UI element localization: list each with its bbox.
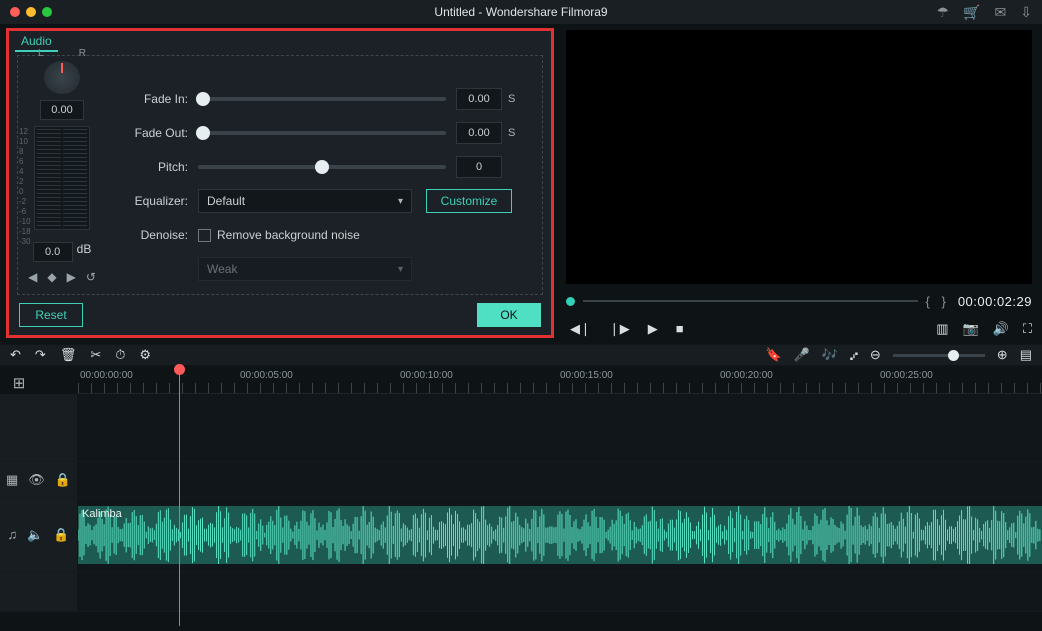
next-keyframe-icon[interactable]: ▶ bbox=[67, 270, 76, 284]
zoom-out-icon[interactable]: ⊖ bbox=[870, 347, 881, 363]
account-icon[interactable]: ☂ bbox=[937, 4, 950, 21]
scrub-bar[interactable] bbox=[583, 300, 918, 302]
equalizer-label: Equalizer: bbox=[124, 194, 198, 208]
video-preview bbox=[566, 30, 1032, 284]
record-vo-icon[interactable]: 🎤 bbox=[794, 347, 810, 363]
lock-icon[interactable]: 🔒 bbox=[53, 527, 69, 543]
fade-out-label: Fade Out: bbox=[124, 126, 198, 140]
fade-out-field[interactable]: 0.00 bbox=[456, 122, 502, 144]
mixer-icon[interactable]: 🎶 bbox=[822, 347, 838, 363]
chevron-down-icon: ▾ bbox=[398, 264, 403, 275]
mail-icon[interactable]: ✉ bbox=[995, 4, 1007, 21]
pitch-field[interactable]: 0 bbox=[456, 156, 502, 178]
zoom-in-icon[interactable]: ⊕ bbox=[997, 347, 1008, 363]
clip-label: Kalimba bbox=[82, 508, 122, 520]
mark-brackets[interactable]: { } bbox=[926, 294, 950, 309]
vu-meter: 121086420-2-6-10-18-30 bbox=[34, 126, 90, 230]
delete-icon[interactable]: 🗑 bbox=[60, 347, 77, 363]
fit-icon[interactable]: ⑇ bbox=[850, 348, 858, 363]
audio-panel: Audio LR 0.00 121086420-2-6-10-18-30 0.0… bbox=[6, 28, 554, 338]
prev-keyframe-icon[interactable]: ◀ bbox=[28, 270, 37, 284]
zoom-slider[interactable] bbox=[893, 354, 985, 357]
denoise-checkbox[interactable] bbox=[198, 229, 211, 242]
denoise-label: Denoise: bbox=[124, 228, 198, 242]
add-keyframe-icon[interactable]: ◆ bbox=[47, 270, 56, 284]
adjust-icon[interactable]: ⚙ bbox=[139, 347, 151, 363]
display-icon[interactable]: ▥ bbox=[936, 321, 948, 337]
volume-icon[interactable]: 🔊 bbox=[993, 321, 1009, 337]
track-manager-icon[interactable]: ▤ bbox=[1020, 347, 1032, 363]
eye-icon[interactable]: 👁 bbox=[28, 472, 45, 488]
fullscreen-icon[interactable]: ⛶ bbox=[1023, 321, 1032, 337]
stop-icon[interactable]: ■ bbox=[676, 321, 684, 337]
scrub-handle[interactable] bbox=[566, 297, 575, 306]
balance-knob[interactable] bbox=[44, 61, 80, 94]
mute-icon[interactable]: 🔈 bbox=[27, 527, 43, 543]
ok-button[interactable]: OK bbox=[477, 303, 541, 327]
undo-icon[interactable]: ↶ bbox=[10, 347, 21, 363]
fade-in-label: Fade In: bbox=[124, 92, 198, 106]
gain-value[interactable]: 0.0 bbox=[33, 242, 73, 262]
timeline-ruler[interactable]: 00:00:00:00 00:00:05:00 00:00:10:00 00:0… bbox=[78, 366, 1042, 394]
window-minimize[interactable] bbox=[26, 7, 36, 17]
fade-out-slider[interactable] bbox=[198, 131, 446, 135]
pitch-label: Pitch: bbox=[124, 160, 198, 174]
download-icon[interactable]: ⇩ bbox=[1020, 4, 1032, 21]
lock-icon[interactable]: 🔒 bbox=[55, 472, 71, 488]
reset-button[interactable]: Reset bbox=[19, 303, 83, 327]
audio-clip[interactable]: Kalimba bbox=[78, 506, 1042, 564]
playhead[interactable] bbox=[179, 366, 180, 626]
split-icon[interactable]: ✂ bbox=[90, 347, 101, 363]
fade-in-slider[interactable] bbox=[198, 97, 446, 101]
balance-value[interactable]: 0.00 bbox=[40, 100, 84, 120]
step-back-icon[interactable]: ◀❘ bbox=[570, 321, 591, 337]
pitch-slider[interactable] bbox=[198, 165, 446, 169]
fade-in-field[interactable]: 0.00 bbox=[456, 88, 502, 110]
chevron-down-icon: ▾ bbox=[398, 196, 403, 207]
cart-icon[interactable]: 🛒 bbox=[963, 4, 980, 21]
marker-icon[interactable]: 🔖 bbox=[766, 347, 782, 363]
timecode: 00:00:02:29 bbox=[958, 294, 1032, 309]
redo-icon[interactable]: ↷ bbox=[35, 347, 46, 363]
window-close[interactable] bbox=[10, 7, 20, 17]
window-title: Untitled - Wondershare Filmora9 bbox=[434, 5, 607, 19]
speed-icon[interactable]: ⏱ bbox=[115, 347, 125, 363]
reset-keyframe-icon[interactable]: ↺ bbox=[86, 270, 96, 284]
customize-button[interactable]: Customize bbox=[426, 189, 512, 213]
window-zoom[interactable] bbox=[42, 7, 52, 17]
equalizer-select[interactable]: Default ▾ bbox=[198, 189, 412, 213]
video-track-icon: ▦ bbox=[6, 472, 18, 488]
audio-track-icon: ♫ bbox=[7, 527, 17, 542]
step-fwd-icon[interactable]: ❘▶ bbox=[609, 321, 630, 337]
denoise-checkbox-label: Remove background noise bbox=[217, 228, 360, 242]
snapshot-icon[interactable]: 📷 bbox=[963, 321, 979, 337]
audio-track[interactable]: Kalimba bbox=[78, 498, 1042, 571]
titlebar: Untitled - Wondershare Filmora9 ☂ 🛒 ✉ ⇩ bbox=[0, 0, 1042, 24]
waveform bbox=[78, 506, 1042, 564]
denoise-strength-select: Weak ▾ bbox=[198, 257, 412, 281]
video-track[interactable] bbox=[78, 462, 1042, 497]
play-icon[interactable]: ▶ bbox=[648, 321, 658, 337]
